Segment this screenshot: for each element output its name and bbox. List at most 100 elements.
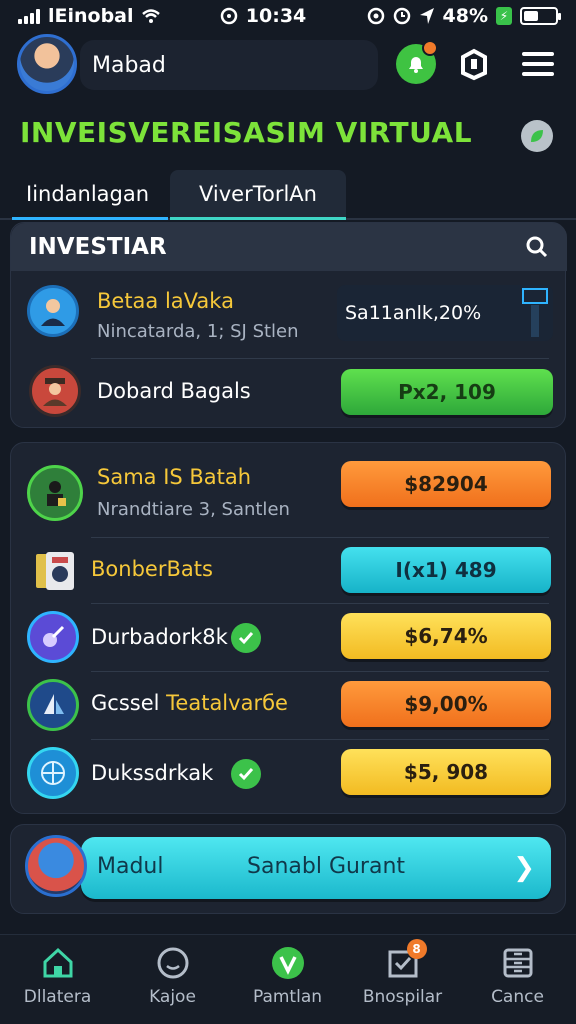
- notification-dot: [422, 40, 438, 56]
- list-item[interactable]: Dukssdrkak $5, 908: [11, 741, 567, 809]
- sync-icon: [393, 7, 410, 25]
- invest-card-header: INVESTIAR: [11, 223, 567, 271]
- value-label: I(x1) 489: [395, 558, 497, 582]
- charging-icon: ⚡: [496, 7, 512, 25]
- row-title: Sama IS Batah: [97, 465, 252, 489]
- status-bar: lEinobal 10:34 48% ⚡: [0, 0, 576, 32]
- notifications-button[interactable]: [396, 40, 438, 84]
- list-item[interactable]: Dobard Bagals Px2, 109: [11, 359, 567, 427]
- value-label: $6,74%: [404, 624, 488, 648]
- list-item[interactable]: Sama IS Batah Nrandtiare 3, Santlen $829…: [11, 451, 567, 537]
- nav-item-cance[interactable]: Cance: [460, 935, 575, 1024]
- list-item[interactable]: Durbadork8k $6,74%: [11, 605, 567, 671]
- list-item[interactable]: Gcssel Teatalvarбe $9,00%: [11, 673, 567, 739]
- box-icon: [461, 48, 487, 81]
- value-button[interactable]: Px2, 109: [341, 369, 553, 415]
- verified-check-icon: [231, 759, 261, 789]
- house-icon: [40, 945, 76, 981]
- user-avatar[interactable]: [17, 34, 77, 94]
- divider: [91, 603, 549, 604]
- tab-label: Iindanlagan: [26, 181, 150, 206]
- mini-chart-icon: [522, 288, 548, 337]
- hamburger-icon: [522, 52, 554, 56]
- chevron-right-icon: ❯: [513, 853, 535, 883]
- person-icon: [47, 481, 66, 506]
- cta-right-label: Sanabl Gurant: [247, 854, 406, 879]
- cta-left-label: Madul: [97, 854, 164, 879]
- guitar-icon: [43, 625, 65, 647]
- value-button[interactable]: $82904: [341, 461, 551, 507]
- nav-label: Dllatera: [23, 987, 92, 1007]
- cta-card: Madul Sanabl Gurant ❯: [10, 824, 566, 914]
- value-button[interactable]: $6,74%: [341, 613, 551, 659]
- bottom-nav: Dllatera Kajoe Pamtlan 8 Bnospilar Cance: [0, 934, 576, 1024]
- rate-display: Sa11anlk,20%: [337, 285, 553, 341]
- nav-item-bnospilar[interactable]: 8 Bnospilar: [345, 935, 460, 1024]
- invest-heading: INVESTIAR: [29, 234, 167, 260]
- cassette-icon: [36, 552, 74, 590]
- list-item[interactable]: BonberBats I(x1) 489: [11, 539, 567, 603]
- user-name: Mabad: [92, 52, 166, 78]
- tab-label: ViverTorlAn: [199, 181, 317, 206]
- inventory-button[interactable]: [454, 44, 494, 84]
- tab-vivertorlan[interactable]: ViverTorlAn: [170, 170, 346, 220]
- wifi-icon: [141, 9, 160, 23]
- assets-card: Sama IS Batah Nrandtiare 3, Santlen $829…: [10, 442, 566, 814]
- value-label: $9,00%: [404, 692, 488, 716]
- row-title: Dukssdrkak: [91, 761, 214, 785]
- checkbox-icon: 8: [385, 939, 427, 981]
- page-title: INVEISVEREISASIM VIRTUAL: [20, 116, 473, 149]
- bell-icon: [409, 57, 423, 73]
- cabinet-icon: [500, 945, 536, 981]
- value-button[interactable]: $5, 908: [341, 749, 551, 795]
- invest-card: INVESTIAR Betaa laVaka Nincatarda, 1; SJ…: [10, 222, 567, 428]
- value-button[interactable]: I(x1) 489: [341, 547, 551, 593]
- list-item[interactable]: Betaa laVaka Nincatarda, 1; SJ Stlen Sa1…: [11, 271, 567, 359]
- verified-badge[interactable]: [521, 120, 553, 152]
- person-icon: [41, 299, 65, 326]
- row-title: Durbadork8k: [91, 625, 228, 649]
- nav-item-pamtlan[interactable]: Pamtlan: [230, 935, 345, 1024]
- search-icon[interactable]: [525, 235, 549, 259]
- investor-avatar: [27, 285, 79, 337]
- row-title: Dobard Bagals: [97, 379, 251, 403]
- asset-icon: [27, 747, 79, 799]
- person-icon: [43, 378, 67, 406]
- value-button[interactable]: $9,00%: [341, 681, 551, 727]
- divider: [91, 537, 549, 538]
- asset-icon: [27, 679, 79, 731]
- title-row: INVEISVEREISASIM VIRTUAL: [0, 108, 576, 164]
- verified-check-icon: [231, 623, 261, 653]
- row-title: BonberBats: [91, 557, 213, 581]
- divider: [91, 671, 549, 672]
- row-title: Betaa laVaka: [97, 289, 234, 313]
- guarantee-button[interactable]: Madul Sanabl Gurant ❯: [81, 837, 551, 899]
- globe-icon: [41, 761, 65, 785]
- battery-icon: [520, 7, 561, 25]
- rate-value: Sa11anlk,20%: [345, 302, 482, 324]
- nav-badge: 8: [406, 939, 427, 959]
- tab-bar: Iindanlagan ViverTorlAn: [0, 168, 576, 220]
- nav-label: Cance: [491, 987, 544, 1007]
- carrier-label: lEinobal: [48, 5, 134, 27]
- smile-icon: [155, 945, 191, 981]
- battery-percent: 48%: [442, 5, 488, 27]
- value-label: $82904: [404, 472, 488, 496]
- cta-avatar: [25, 835, 87, 897]
- menu-button[interactable]: [518, 44, 558, 84]
- user-name-field[interactable]: Mabad: [80, 40, 378, 90]
- asset-icon: [27, 611, 79, 663]
- row-subtitle: Nincatarda, 1; SJ Stlen: [97, 321, 299, 342]
- clock-time: 10:34: [245, 5, 307, 27]
- value-label: $5, 908: [403, 760, 489, 784]
- signal-icon: [18, 8, 40, 24]
- row-title: Gcssel Teatalvarбe: [91, 691, 288, 715]
- check-circle-icon: [270, 945, 306, 981]
- divider: [91, 739, 549, 740]
- nav-item-kajoe[interactable]: Kajoe: [115, 935, 230, 1024]
- tab-iindanlagan[interactable]: Iindanlagan: [12, 170, 168, 220]
- sail-icon: [44, 694, 64, 714]
- asset-avatar: [27, 465, 83, 521]
- nav-item-dllatera[interactable]: Dllatera: [0, 935, 115, 1024]
- location-icon: [367, 7, 384, 25]
